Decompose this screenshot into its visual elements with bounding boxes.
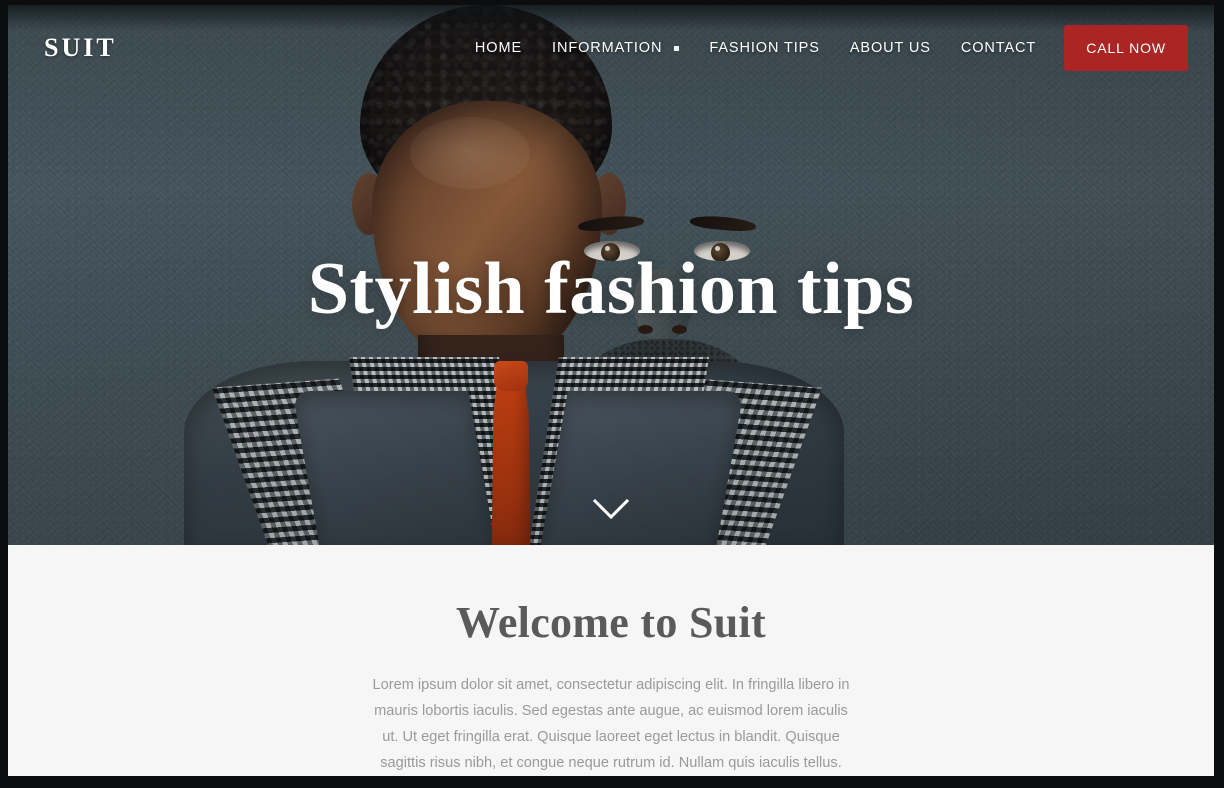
nav-item-information[interactable]: INFORMATION: [552, 40, 680, 56]
nav-item-information-label: INFORMATION: [552, 40, 663, 56]
chevron-down-icon: [674, 45, 680, 51]
portrait-orange-tie: [491, 373, 531, 545]
primary-navigation: HOME INFORMATION FASHION TIPS ABOUT US C…: [475, 40, 1036, 56]
nav-item-about-us-label: ABOUT US: [849, 40, 931, 56]
portrait-tie-knot: [494, 361, 528, 391]
page-viewport: SUIT HOME INFORMATION FASHION TIPS ABOUT…: [8, 5, 1214, 776]
scroll-down-button[interactable]: [591, 497, 631, 523]
call-now-button[interactable]: CALL NOW: [1064, 25, 1188, 71]
hero-section: SUIT HOME INFORMATION FASHION TIPS ABOUT…: [8, 5, 1214, 545]
welcome-section: Welcome to Suit Lorem ipsum dolor sit am…: [8, 545, 1214, 776]
welcome-title: Welcome to Suit: [455, 598, 766, 647]
hero-title: Stylish fashion tips: [307, 248, 915, 330]
nav-item-fashion-tips[interactable]: FASHION TIPS: [709, 40, 819, 56]
nav-item-contact-label: CONTACT: [960, 40, 1037, 56]
site-header: SUIT HOME INFORMATION FASHION TIPS ABOUT…: [8, 5, 1214, 91]
portrait-brow-right: [689, 214, 757, 233]
nav-item-home-label: HOME: [474, 40, 523, 56]
site-logo[interactable]: SUIT: [44, 33, 117, 63]
nav-item-fashion-tips-label: FASHION TIPS: [709, 40, 820, 56]
nav-item-contact[interactable]: CONTACT: [961, 40, 1036, 56]
nav-item-home[interactable]: HOME: [475, 40, 522, 56]
screenshot-frame: SUIT HOME INFORMATION FASHION TIPS ABOUT…: [0, 0, 1224, 788]
chevron-down-icon: [592, 498, 630, 520]
welcome-paragraph: Lorem ipsum dolor sit amet, consectetur …: [372, 677, 850, 771]
portrait-vest-right: [540, 391, 744, 545]
nav-item-about-us[interactable]: ABOUT US: [850, 40, 931, 56]
portrait-vest-left: [292, 391, 496, 545]
